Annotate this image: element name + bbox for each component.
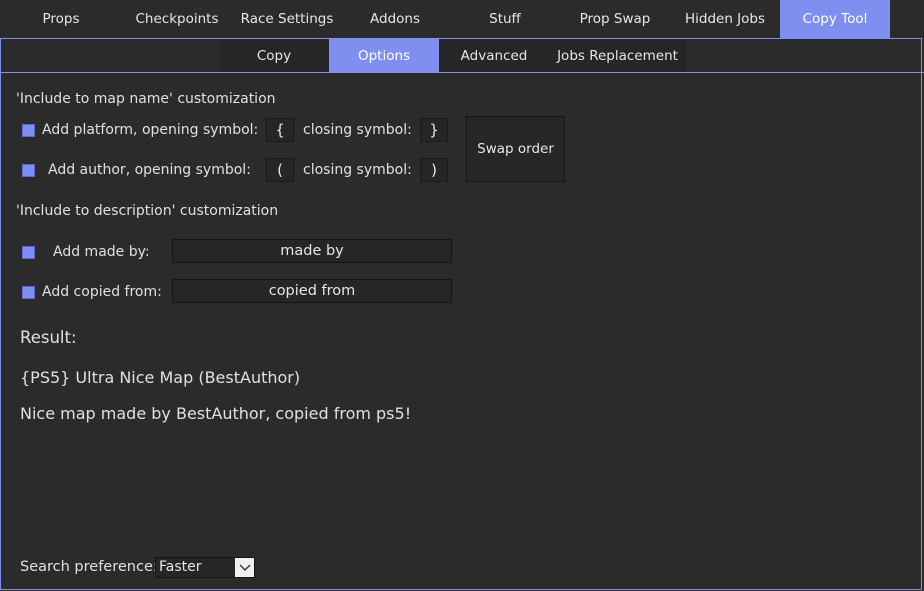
result-description: Nice map made by BestAuthor, copied from… (20, 404, 412, 423)
add-author-checkbox[interactable] (22, 164, 35, 177)
author-closing-symbol-label: closing symbol: (303, 162, 412, 178)
subtab-advanced[interactable]: Advanced (439, 39, 549, 72)
add-author-label: Add author, opening symbol: (48, 162, 251, 178)
tab-addons[interactable]: Addons (340, 0, 450, 38)
add-copied-from-label: Add copied from: (42, 284, 162, 300)
search-preference-select[interactable]: Faster (155, 557, 255, 578)
main-panel (0, 38, 922, 590)
platform-closing-symbol-input[interactable]: } (420, 118, 448, 142)
swap-order-button[interactable]: Swap order (466, 116, 565, 182)
tab-checkpoints[interactable]: Checkpoints (122, 0, 232, 38)
map-name-heading: 'Include to map name' customization (16, 91, 276, 107)
search-preference-value: Faster (159, 559, 202, 575)
tab-copy-tool[interactable]: Copy Tool (780, 0, 890, 38)
made-by-input[interactable]: made by (172, 239, 452, 263)
add-copied-from-checkbox[interactable] (22, 286, 35, 299)
author-closing-symbol-input[interactable]: ) (420, 158, 448, 182)
add-platform-label: Add platform, opening symbol: (42, 122, 259, 138)
subtab-options[interactable]: Options (329, 39, 439, 72)
platform-opening-symbol-input[interactable]: { (266, 118, 294, 142)
add-made-by-checkbox[interactable] (22, 246, 35, 259)
result-map-name: {PS5} Ultra Nice Map (BestAuthor) (20, 368, 301, 387)
tab-hidden-jobs[interactable]: Hidden Jobs (670, 0, 780, 38)
subtab-copy[interactable]: Copy (219, 39, 329, 72)
copied-from-input[interactable]: copied from (172, 279, 452, 303)
chevron-down-icon[interactable] (235, 558, 254, 577)
top-tab-bar: Props Checkpoints Race Settings Addons S… (0, 0, 924, 38)
subtab-jobs-replacement[interactable]: Jobs Replacement (549, 39, 686, 72)
sub-tab-bar: Copy Options Advanced Jobs Replacement (0, 38, 924, 73)
author-opening-symbol-input[interactable]: ( (266, 158, 294, 182)
result-label: Result: (20, 328, 77, 347)
tab-props[interactable]: Props (6, 0, 116, 38)
tab-stuff[interactable]: Stuff (450, 0, 560, 38)
platform-closing-symbol-label: closing symbol: (303, 122, 412, 138)
search-preference-label: Search preference: (20, 559, 158, 575)
add-made-by-label: Add made by: (53, 244, 150, 260)
add-platform-checkbox[interactable] (22, 124, 35, 137)
tab-race-settings[interactable]: Race Settings (232, 0, 342, 38)
tab-prop-swap[interactable]: Prop Swap (560, 0, 670, 38)
description-heading: 'Include to description' customization (16, 203, 279, 219)
